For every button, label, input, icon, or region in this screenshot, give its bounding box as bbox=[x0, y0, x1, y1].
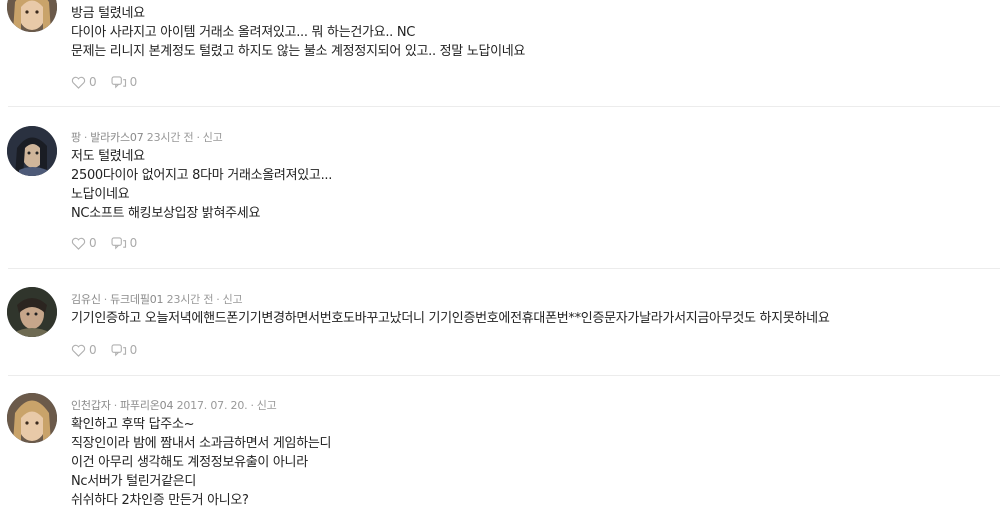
comment-text-line: 쉬쉬하다 2차인증 만든거 아니오? bbox=[71, 493, 249, 508]
speech-bubble-icon bbox=[111, 236, 126, 249]
separator: · bbox=[250, 399, 254, 412]
like-count: 0 bbox=[89, 343, 97, 357]
heart-icon bbox=[71, 237, 86, 250]
like-count: 0 bbox=[89, 236, 97, 250]
comment-text-line: 방금 털렸네요 bbox=[71, 6, 145, 21]
comment-body: 기기인증하고 오늘저녁에핸드폰기기변경하면서번호도바꾸고났더니 기기인증번호에전… bbox=[71, 309, 830, 328]
reply-button[interactable]: 0 bbox=[111, 343, 138, 357]
comment-body: 확인하고 후딱 답주소~ 직장인이라 밤에 짬내서 소과금하면서 게임하는디 이… bbox=[71, 415, 332, 510]
separator: · bbox=[103, 293, 108, 306]
avatar[interactable] bbox=[7, 0, 57, 32]
comment-text-line: 기기인증하고 오늘저녁에핸드폰기기변경하면서번호도바꾸고났더니 기기인증번호에전… bbox=[71, 311, 830, 326]
comment-actions: 0 0 bbox=[71, 236, 137, 250]
report-link[interactable]: 신고 bbox=[257, 399, 277, 412]
like-button[interactable]: 0 bbox=[71, 75, 97, 89]
like-button[interactable]: 0 bbox=[71, 343, 97, 357]
comment-meta: 팡 · 발라카스07 23시간 전 · 신고 bbox=[71, 129, 223, 145]
author-server: 발라카스07 bbox=[90, 131, 144, 144]
author-name[interactable]: 인천갑자 bbox=[71, 399, 111, 412]
comment-text-line: Nc서버가 털린거같은디 bbox=[71, 474, 197, 489]
reply-button[interactable]: 0 bbox=[111, 236, 138, 250]
reply-count: 0 bbox=[129, 75, 138, 89]
comment-text-line: 문제는 리니지 본계정도 털렸고 하지도 않는 불소 계정정지되어 있고.. 정… bbox=[71, 44, 526, 59]
comment-meta: 김유신 · 듀크데필01 23시간 전 · 신고 bbox=[71, 291, 243, 307]
author-server: 파푸리온04 bbox=[119, 399, 174, 412]
avatar[interactable] bbox=[7, 393, 57, 443]
reply-button[interactable]: 0 bbox=[111, 75, 138, 89]
author-name[interactable]: 팡 bbox=[71, 131, 81, 144]
comment-actions: 0 0 bbox=[71, 75, 137, 89]
speech-bubble-icon bbox=[111, 75, 126, 88]
author-name[interactable]: 김유신 bbox=[71, 293, 101, 306]
separator: · bbox=[83, 131, 88, 144]
comment-actions: 0 0 bbox=[71, 343, 137, 357]
comment-text-line: 확인하고 후딱 답주소~ bbox=[71, 417, 195, 432]
speech-bubble-icon bbox=[111, 343, 126, 356]
comment-text-line: NC소프트 해킹보상입장 밝혀주세요 bbox=[71, 206, 261, 221]
comment-text-line: 다이아 사라지고 아이템 거래소 올려져있고... 뭐 하는건가요.. NC bbox=[71, 25, 416, 40]
divider bbox=[8, 106, 1000, 107]
divider bbox=[8, 268, 1000, 269]
comment-body: 저도 털렸네요 2500다이아 없어지고 8다마 거래소올려져있고... 노답이… bbox=[71, 147, 332, 223]
report-link[interactable]: 신고 bbox=[223, 293, 243, 306]
separator: · bbox=[196, 131, 200, 144]
reply-count: 0 bbox=[129, 236, 138, 250]
report-link[interactable]: 신고 bbox=[203, 131, 223, 144]
avatar[interactable] bbox=[7, 126, 57, 176]
like-count: 0 bbox=[89, 75, 97, 89]
reply-count: 0 bbox=[129, 343, 138, 357]
comment-timestamp: 2017. 07. 20. bbox=[176, 399, 248, 412]
comment-timestamp: 23시간 전 bbox=[146, 131, 194, 144]
avatar[interactable] bbox=[7, 287, 57, 337]
comment-meta: 인천갑자 · 파푸리온04 2017. 07. 20. · 신고 bbox=[71, 397, 277, 413]
comment-text-line: 2500다이아 없어지고 8다마 거래소올려져있고... bbox=[71, 168, 333, 183]
author-server: 듀크데필01 bbox=[110, 293, 164, 306]
heart-icon bbox=[71, 76, 86, 89]
heart-icon bbox=[71, 344, 86, 357]
comment-body: 방금 털렸네요 다이아 사라지고 아이템 거래소 올려져있고... 뭐 하는건가… bbox=[71, 4, 525, 61]
separator: · bbox=[113, 399, 118, 412]
comment-timestamp: 23시간 전 bbox=[166, 293, 214, 306]
comment-text-line: 노답이네요 bbox=[71, 187, 130, 202]
comment-text-line: 이건 아무리 생각해도 계정정보유출이 아니라 bbox=[71, 455, 308, 470]
comment-text-line: 직장인이라 밤에 짬내서 소과금하면서 게임하는디 bbox=[71, 436, 332, 451]
comment-text-line: 저도 털렸네요 bbox=[71, 149, 145, 164]
separator: · bbox=[216, 293, 220, 306]
divider bbox=[8, 375, 1000, 376]
like-button[interactable]: 0 bbox=[71, 236, 97, 250]
